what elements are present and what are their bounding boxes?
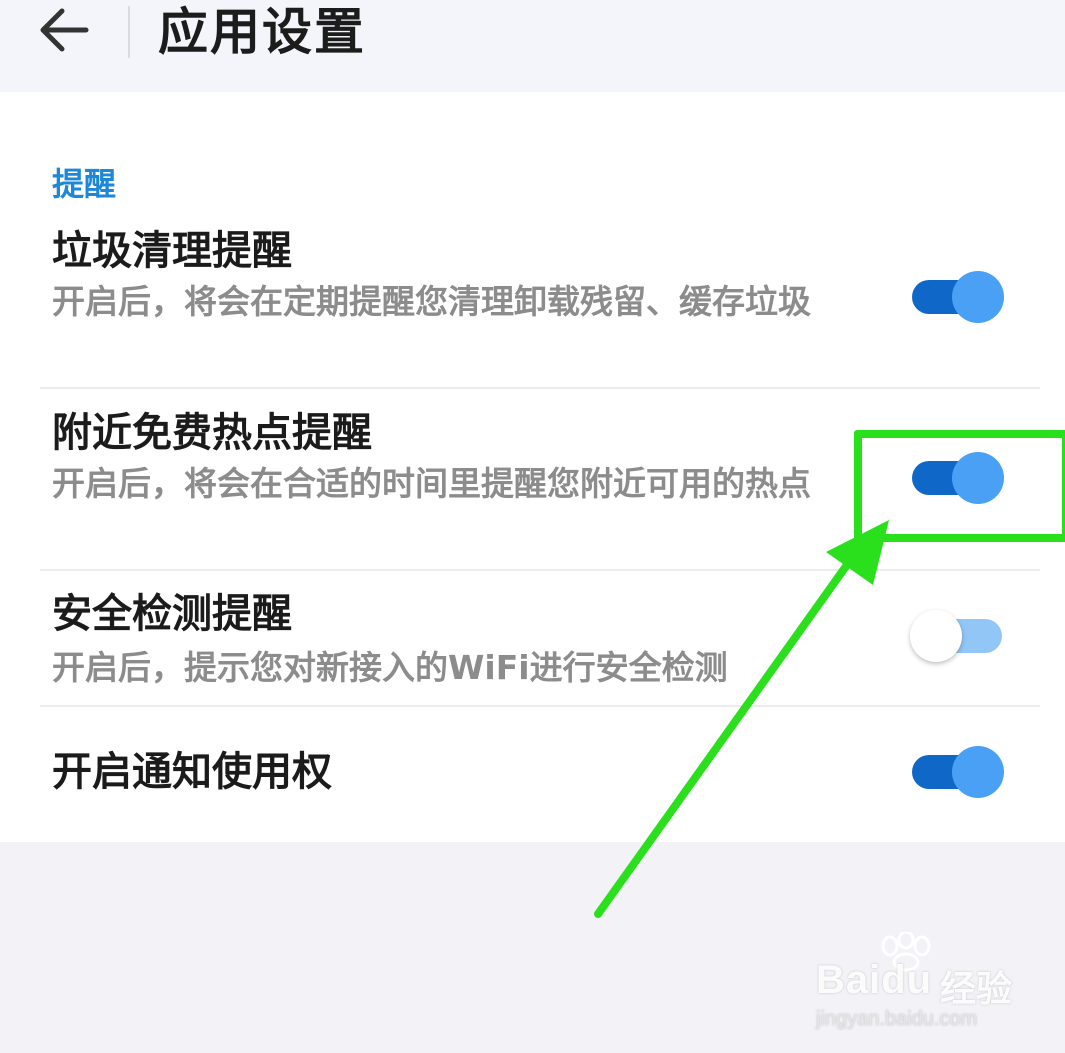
- back-button[interactable]: [30, 0, 100, 70]
- section-title: 提醒: [52, 165, 117, 203]
- security-check-toggle[interactable]: [910, 609, 1006, 663]
- setting-description: 开启后，将会在合适的时间里提醒您附近可用的热点: [52, 464, 811, 503]
- setting-title: 垃圾清理提醒: [52, 228, 292, 274]
- header-divider: [128, 6, 130, 58]
- arrow-left-icon: [40, 8, 89, 52]
- notification-access-toggle[interactable]: [910, 745, 1006, 799]
- page-title: 应用设置: [158, 3, 366, 61]
- setting-title: 开启通知使用权: [52, 749, 332, 795]
- watermark-brand: Baidu: [816, 958, 933, 1002]
- setting-title: 附近免费热点提醒: [52, 410, 372, 456]
- watermark-url: jingyan.baidu.com: [816, 1008, 978, 1030]
- setting-title: 安全检测提醒: [52, 591, 292, 637]
- junk-cleanup-toggle[interactable]: [910, 270, 1006, 324]
- row-divider: [40, 705, 1040, 707]
- setting-description: 开启后，提示您对新接入的WiFi进行安全检测: [52, 648, 728, 687]
- annotation-highlight-box: [854, 430, 1065, 542]
- top-app-bar: 应用设置: [0, 0, 1065, 92]
- watermark-brand-cn: 经验: [940, 969, 1013, 1010]
- toggle-knob: [952, 271, 1004, 323]
- baidu-watermark: Baidu 经验 jingyan.baidu.com: [814, 932, 1024, 1032]
- setting-description: 开启后，将会在定期提醒您清理卸载残留、缓存垃圾: [52, 282, 811, 321]
- toggle-knob: [952, 746, 1004, 798]
- row-divider: [40, 569, 1040, 571]
- toggle-knob: [910, 610, 962, 662]
- row-divider: [40, 387, 1040, 389]
